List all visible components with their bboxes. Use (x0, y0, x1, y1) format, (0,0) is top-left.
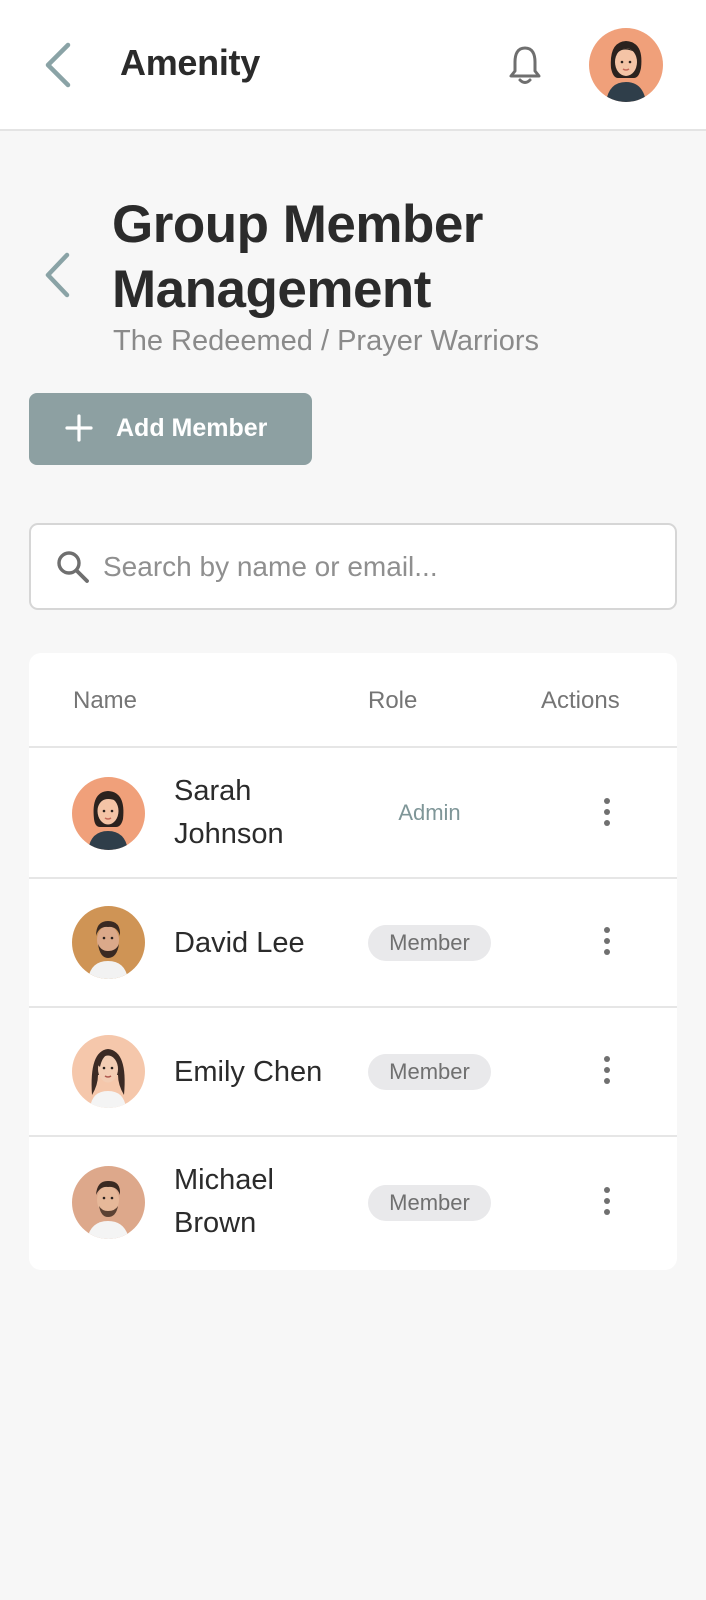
breadcrumb: The Redeemed / Prayer Warriors (113, 325, 540, 357)
more-actions-icon[interactable] (592, 925, 622, 959)
search-icon (57, 551, 89, 583)
more-actions-icon[interactable] (592, 1054, 622, 1088)
app-title: Amenity (120, 42, 260, 83)
search-box (29, 523, 677, 610)
member-avatar (72, 906, 145, 979)
member-avatar (72, 777, 145, 850)
member-name: Michael Brown (174, 1164, 274, 1239)
plus-icon (65, 414, 93, 442)
page-title: Group Member Management (112, 195, 483, 319)
role-badge: Member (368, 925, 491, 961)
members-table: Name Role Actions Sarah Johnson Admin Da… (29, 653, 677, 1270)
member-avatar (72, 1035, 145, 1108)
table-row: Sarah Johnson Admin (29, 748, 677, 879)
table-row: Michael Brown Member (29, 1137, 677, 1270)
bell-icon[interactable] (508, 44, 542, 86)
add-member-button[interactable]: Add Member (29, 393, 312, 465)
member-avatar (72, 1166, 145, 1239)
search-input[interactable] (103, 539, 663, 595)
member-name: Sarah Johnson (174, 775, 284, 850)
role-badge: Member (368, 1054, 491, 1090)
more-actions-icon[interactable] (592, 796, 622, 830)
top-app-bar: Amenity (0, 0, 706, 131)
column-header-actions: Actions (541, 687, 620, 714)
table-row: Emily Chen Member (29, 1008, 677, 1137)
page-back-chevron-icon[interactable] (40, 250, 74, 300)
member-name: David Lee (174, 927, 305, 959)
column-header-name: Name (73, 687, 138, 714)
user-avatar[interactable] (589, 28, 663, 102)
table-header: Name Role Actions (29, 653, 677, 748)
column-header-role: Role (368, 687, 418, 714)
role-badge: Admin (398, 800, 461, 825)
add-member-label: Add Member (116, 414, 268, 442)
member-name: Emily Chen (174, 1056, 323, 1088)
more-actions-icon[interactable] (592, 1185, 622, 1219)
role-badge: Member (368, 1185, 491, 1221)
back-chevron-icon[interactable] (40, 41, 76, 89)
table-row: David Lee Member (29, 879, 677, 1008)
